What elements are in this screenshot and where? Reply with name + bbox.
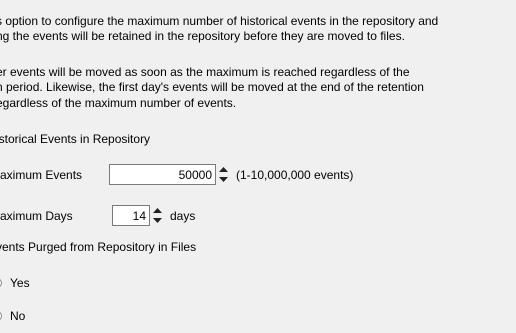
radio-button-icon[interactable] bbox=[0, 311, 2, 321]
radio-button-icon[interactable] bbox=[0, 278, 2, 288]
max-events-spinbox bbox=[109, 164, 229, 185]
repository-section-title: istorical Events in Repository bbox=[0, 132, 151, 146]
max-events-spinner bbox=[218, 165, 229, 184]
max-events-range: (1-10,000,000 events) bbox=[236, 167, 354, 182]
purge-yes-radio[interactable]: Yes bbox=[0, 276, 30, 290]
max-events-label: aximum Events bbox=[0, 167, 83, 182]
description-line: n period. Likewise, the first day's even… bbox=[0, 80, 424, 94]
description-line: egardless of the maximum number of event… bbox=[0, 96, 237, 110]
description-line: ng the events will be retained in the re… bbox=[0, 29, 405, 43]
max-days-unit: days bbox=[170, 208, 196, 223]
max-days-input[interactable] bbox=[112, 205, 150, 226]
purge-no-label: No bbox=[10, 309, 26, 323]
description-line: er events will be moved as soon as the m… bbox=[0, 65, 410, 79]
max-days-spinbox bbox=[112, 205, 163, 226]
spin-down-icon[interactable] bbox=[152, 216, 163, 226]
spin-down-icon[interactable] bbox=[218, 175, 229, 185]
max-events-row: aximum Events (1-10,000,000 events) bbox=[0, 164, 353, 185]
max-days-row: aximum Days days bbox=[0, 205, 195, 226]
spin-up-icon[interactable] bbox=[218, 165, 229, 175]
purge-section-title: vents Purged from Repository in Files bbox=[0, 240, 197, 254]
max-events-input[interactable] bbox=[109, 164, 216, 185]
description-line: s option to configure the maximum number… bbox=[0, 14, 439, 28]
max-days-spinner bbox=[152, 206, 163, 225]
max-days-label: aximum Days bbox=[0, 208, 73, 223]
spin-up-icon[interactable] bbox=[152, 206, 163, 216]
purge-yes-label: Yes bbox=[10, 276, 30, 290]
purge-no-radio[interactable]: No bbox=[0, 309, 25, 323]
